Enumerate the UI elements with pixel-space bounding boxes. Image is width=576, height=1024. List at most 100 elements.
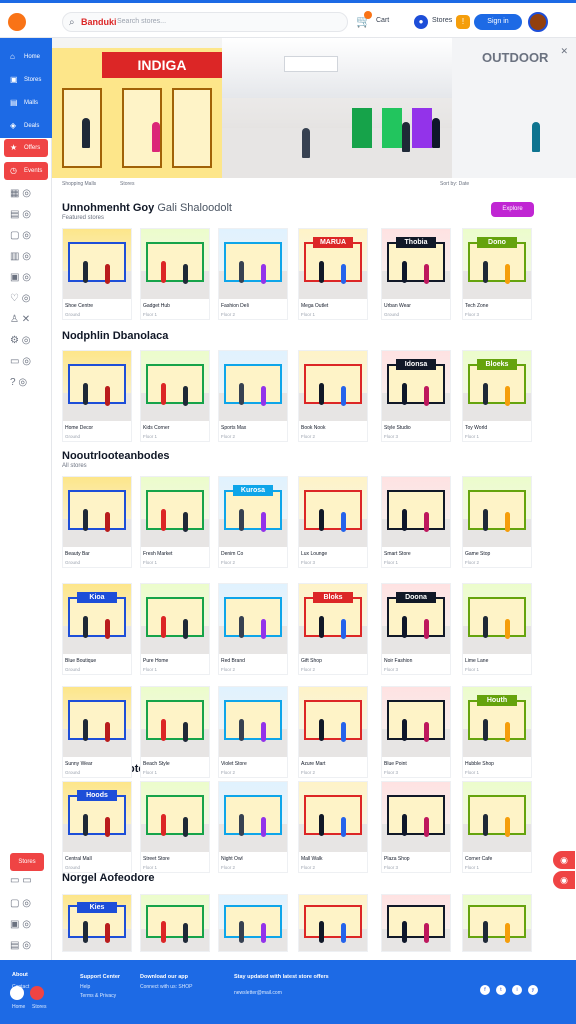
store-card[interactable]: Mall Walk Floor 2 bbox=[298, 781, 368, 873]
store-thumbnail[interactable] bbox=[299, 895, 367, 951]
store-card[interactable]: Night Owl Floor 2 bbox=[218, 781, 288, 873]
store-thumbnail[interactable] bbox=[382, 895, 450, 951]
store-card[interactable]: Violet Store Floor 2 bbox=[218, 686, 288, 778]
heart-icon[interactable]: ♡ ◎ bbox=[10, 293, 40, 304]
home-icon[interactable] bbox=[10, 986, 24, 1000]
store-thumbnail[interactable]: Kioa bbox=[63, 584, 131, 654]
close-icon[interactable]: ✕ bbox=[560, 46, 568, 57]
sidebar-cta-button[interactable]: Stores bbox=[10, 853, 44, 871]
store-card[interactable]: Houth Hubble Shop Floor 1 bbox=[462, 686, 532, 778]
store-card-title[interactable]: Violet Store bbox=[221, 761, 247, 767]
signin-button[interactable]: Sign in bbox=[474, 14, 522, 30]
store-card-title[interactable]: Mall Walk bbox=[301, 856, 322, 862]
store-card-title[interactable]: Tech Zone bbox=[465, 303, 488, 309]
store-thumbnail[interactable] bbox=[382, 477, 450, 547]
store-thumbnail[interactable] bbox=[463, 895, 531, 951]
footer-link[interactable]: Connect with us: SHOP bbox=[140, 984, 193, 990]
store-thumbnail[interactable] bbox=[63, 687, 131, 757]
store-card-title[interactable]: Beach Style bbox=[143, 761, 170, 767]
store-thumbnail[interactable]: Hoods bbox=[63, 782, 131, 852]
store-thumbnail[interactable] bbox=[141, 477, 209, 547]
store-card-title[interactable]: Home Decor bbox=[65, 425, 93, 431]
store-card[interactable]: Fresh Market Floor 1 bbox=[140, 476, 210, 568]
store-card[interactable]: Beauty Bar Ground bbox=[62, 476, 132, 568]
bag-icon[interactable]: ▣ ◎ bbox=[10, 272, 40, 283]
store-thumbnail[interactable] bbox=[141, 584, 209, 654]
store-thumbnail[interactable] bbox=[141, 782, 209, 852]
store-thumbnail[interactable]: Doona bbox=[382, 584, 450, 654]
breadcrumb-item[interactable]: Stores bbox=[120, 181, 134, 187]
store-card[interactable]: Idonsa Style Studio Floor 3 bbox=[381, 350, 451, 442]
store-card-title[interactable]: Pure Home bbox=[143, 658, 168, 664]
settings-icon[interactable]: ⚙ ◎ bbox=[10, 335, 40, 346]
store-card-title[interactable]: Shoe Centre bbox=[65, 303, 93, 309]
store-card-title[interactable]: Lux Lounge bbox=[301, 551, 327, 557]
store-thumbnail[interactable] bbox=[219, 782, 287, 852]
store-card-title[interactable]: Azure Mart bbox=[301, 761, 325, 767]
store-card[interactable]: Corner Cafe Floor 1 bbox=[462, 781, 532, 873]
store-card-title[interactable]: Mega Outlet bbox=[301, 303, 328, 309]
store-card[interactable]: Gadget Hub Floor 1 bbox=[140, 228, 210, 320]
store-card[interactable]: Home Decor Ground bbox=[62, 350, 132, 442]
store-card[interactable]: Sunny Wear Ground bbox=[62, 686, 132, 778]
footer-link[interactable]: Stores bbox=[32, 1004, 46, 1010]
sidebar-item-events[interactable]: ◷ Events bbox=[4, 162, 48, 180]
store-card[interactable] bbox=[462, 894, 532, 952]
location-label[interactable]: Stores bbox=[432, 17, 452, 24]
store-card-title[interactable]: Urban Wear bbox=[384, 303, 411, 309]
sidebar-item-offers[interactable]: ★ Offers bbox=[4, 139, 48, 157]
instagram-icon[interactable]: i bbox=[512, 985, 522, 995]
chart-icon[interactable]: ▥ ◎ bbox=[10, 251, 40, 262]
store-card[interactable]: Bloks Gift Shop Floor 2 bbox=[298, 583, 368, 675]
store-thumbnail[interactable]: Houth bbox=[463, 687, 531, 757]
sort-label[interactable]: Sort by: Date bbox=[440, 181, 469, 187]
store-thumbnail[interactable] bbox=[141, 895, 209, 951]
store-card-title[interactable]: Gift Shop bbox=[301, 658, 322, 664]
store-card-title[interactable]: Corner Cafe bbox=[465, 856, 492, 862]
store-thumbnail[interactable] bbox=[382, 782, 450, 852]
store-card-title[interactable]: Night Owl bbox=[221, 856, 243, 862]
store-card[interactable]: Beach Style Floor 1 bbox=[140, 686, 210, 778]
store-card-title[interactable]: Noir Fashion bbox=[384, 658, 412, 664]
doc-icon[interactable]: ▢ ◎ bbox=[10, 898, 40, 909]
store-card[interactable] bbox=[298, 894, 368, 952]
store-card-title[interactable]: Book Nook bbox=[301, 425, 325, 431]
store-thumbnail[interactable] bbox=[219, 351, 287, 421]
store-card-title[interactable]: Sunny Wear bbox=[65, 761, 92, 767]
store-card[interactable]: Kids Corner Floor 1 bbox=[140, 350, 210, 442]
store-card-title[interactable]: Blue Boutique bbox=[65, 658, 96, 664]
store-thumbnail[interactable] bbox=[219, 584, 287, 654]
sidebar-item-deals[interactable]: ◈ Deals bbox=[4, 117, 48, 135]
store-card[interactable]: Pure Home Floor 1 bbox=[140, 583, 210, 675]
youtube-icon[interactable]: y bbox=[528, 985, 538, 995]
store-thumbnail[interactable] bbox=[63, 477, 131, 547]
store-thumbnail[interactable] bbox=[463, 584, 531, 654]
store-card-title[interactable]: Gadget Hub bbox=[143, 303, 170, 309]
store-thumbnail[interactable] bbox=[299, 351, 367, 421]
folder-icon[interactable]: ▣ ◎ bbox=[10, 919, 40, 930]
store-card-title[interactable]: Fashion Deli bbox=[221, 303, 249, 309]
list-icon[interactable]: ▤ ◎ bbox=[10, 209, 40, 220]
sidebar-item-home[interactable]: ⌂ Home bbox=[4, 48, 48, 66]
store-card[interactable]: Plaza Shop Floor 3 bbox=[381, 781, 451, 873]
store-card-title[interactable]: Kids Corner bbox=[143, 425, 169, 431]
explore-button[interactable]: Explore bbox=[491, 202, 534, 217]
notification-icon[interactable]: ! bbox=[456, 15, 470, 29]
store-thumbnail[interactable]: Bloeks bbox=[463, 351, 531, 421]
store-thumbnail[interactable] bbox=[299, 477, 367, 547]
store-card-title[interactable]: Blue Point bbox=[384, 761, 407, 767]
store-card[interactable]: Doona Noir Fashion Floor 3 bbox=[381, 583, 451, 675]
store-card-title[interactable]: Game Stop bbox=[465, 551, 490, 557]
store-thumbnail[interactable] bbox=[299, 687, 367, 757]
store-card-title[interactable]: Hubble Shop bbox=[465, 761, 494, 767]
footer-link[interactable]: newsletter@mail.com bbox=[234, 990, 282, 996]
location-icon[interactable]: ● bbox=[414, 15, 428, 29]
store-card[interactable]: MARUA Mega Outlet Floor 1 bbox=[298, 228, 368, 320]
chat-float-button[interactable]: ◉ bbox=[553, 851, 575, 869]
breadcrumb-item[interactable]: Shopping Malls bbox=[62, 181, 96, 187]
store-card[interactable] bbox=[381, 894, 451, 952]
store-card-title[interactable]: Denim Co bbox=[221, 551, 243, 557]
store-icon[interactable] bbox=[30, 986, 44, 1000]
store-card-title[interactable]: Toy World bbox=[465, 425, 487, 431]
store-card[interactable]: Lux Lounge Floor 3 bbox=[298, 476, 368, 568]
